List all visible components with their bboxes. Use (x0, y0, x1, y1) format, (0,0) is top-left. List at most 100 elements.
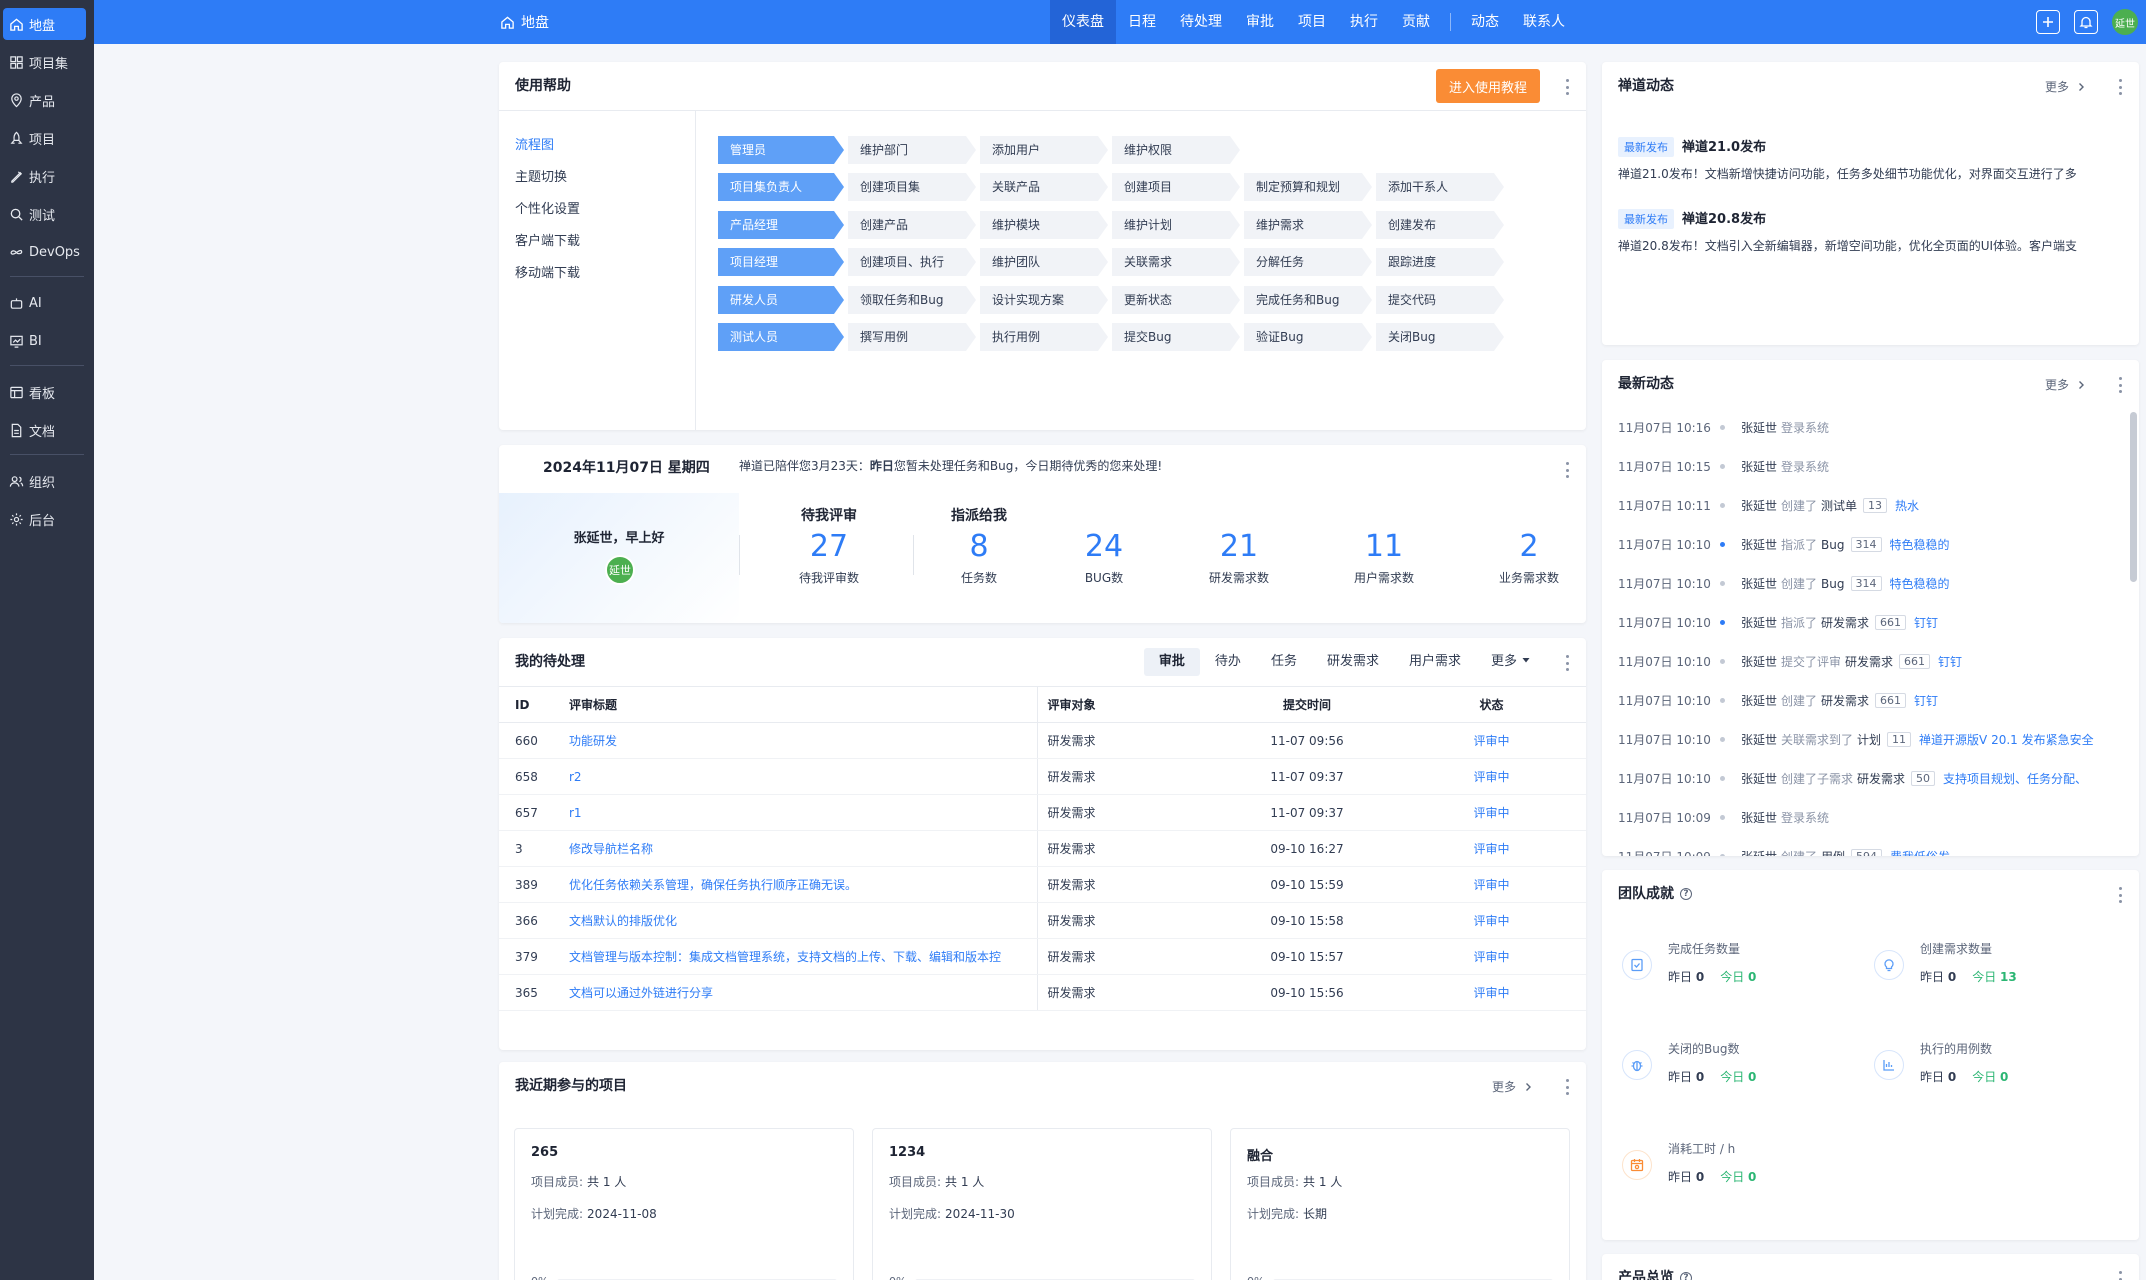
status-link[interactable]: 评审中 (1473, 770, 1509, 784)
help-icon[interactable]: ? (1680, 1272, 1692, 1280)
help-icon[interactable]: ? (1680, 888, 1692, 900)
activity-object-link[interactable]: 钉钉 (1914, 692, 1938, 709)
title-link[interactable]: 文档管理与版本控制：集成文档管理系统，支持文档的上传、下载、编辑和版本控 (569, 950, 1001, 964)
tab-dashboard[interactable]: 仪表盘 (1050, 0, 1116, 44)
flow-step[interactable]: 关闭Bug (1376, 323, 1504, 351)
title-link[interactable]: 文档可以通过外链进行分享 (569, 986, 713, 1000)
sidebar-item-company[interactable]: 组织 (3, 465, 86, 497)
activity-object-link[interactable]: 支持项目规划、任务分配、 (1943, 770, 2087, 787)
activity-item[interactable]: 11月07日 10:10 张延世 创建了 研发需求 661 钉钉 (1602, 681, 2122, 720)
flow-step[interactable]: 验证Bug (1244, 323, 1372, 351)
title-link[interactable]: 功能研发 (569, 734, 617, 748)
status-link[interactable]: 评审中 (1473, 914, 1509, 928)
flow-step[interactable]: 完成任务和Bug (1244, 286, 1372, 314)
activity-object-link[interactable]: 热水 (1895, 497, 1919, 514)
flow-step[interactable]: 创建发布 (1376, 211, 1504, 239)
activity-item[interactable]: 11月07日 10:11 张延世 创建了 测试单 13 热水 (1602, 486, 2122, 525)
sidebar-item-project[interactable]: 项目 (3, 122, 86, 154)
table-row[interactable]: 3 修改导航栏名称 研发需求 09-10 16:27 评审中 (499, 830, 1586, 867)
flow-role[interactable]: 产品经理 (718, 211, 844, 239)
more-options-icon[interactable] (2115, 1271, 2125, 1280)
stat-tasks[interactable]: 指派给我 8 任务数 (929, 505, 1029, 586)
more-link[interactable]: 更多 (2045, 78, 2087, 95)
column-header[interactable]: ID (499, 686, 569, 723)
flow-step[interactable]: 维护团队 (980, 248, 1108, 276)
flow-role[interactable]: 管理员 (718, 136, 844, 164)
sidebar-item-admin[interactable]: 后台 (3, 503, 86, 535)
flow-step[interactable]: 创建项目 (1112, 173, 1240, 201)
activity-item[interactable]: 11月07日 10:10 张延世 创建了子需求 研发需求 50 支持项目规划、任务分配、 (1602, 759, 2122, 798)
table-row[interactable]: 365 文档可以通过外链进行分享 研发需求 09-10 15:56 评审中 (499, 974, 1586, 1011)
sidebar-item-doc[interactable]: 文档 (3, 414, 86, 446)
tab-task[interactable]: 任务 (1256, 648, 1312, 676)
title-link[interactable]: 文档默认的排版优化 (569, 914, 677, 928)
tab-dynamic[interactable]: 动态 (1459, 0, 1511, 44)
sidebar-item-program[interactable]: 项目集 (3, 46, 86, 78)
table-row[interactable]: 379 文档管理与版本控制：集成文档管理系统，支持文档的上传、下载、编辑和版本控 研… (499, 938, 1586, 975)
more-link[interactable]: 更多 (2045, 376, 2087, 393)
activity-item[interactable]: 11月07日 10:16 张延世 登录系统 (1602, 408, 2122, 447)
flow-step[interactable]: 维护模块 (980, 211, 1108, 239)
activity-item[interactable]: 11月07日 10:15 张延世 登录系统 (1602, 447, 2122, 486)
activity-item[interactable]: 11月07日 10:09 张延世创建了用例 594 费我低俗发 (1602, 837, 2122, 856)
activity-object-link[interactable]: 费我低俗发 (1890, 848, 1950, 856)
tab-project[interactable]: 项目 (1286, 0, 1338, 44)
title-link[interactable]: 修改导航栏名称 (569, 842, 653, 856)
flow-role[interactable]: 研发人员 (718, 286, 844, 314)
help-link-theme[interactable]: 主题切换 (515, 162, 580, 194)
tab-execution[interactable]: 执行 (1338, 0, 1390, 44)
activity-object-link[interactable]: 钉钉 (1914, 614, 1938, 631)
tab-contribute[interactable]: 贡献 (1390, 0, 1442, 44)
activity-object-link[interactable]: 禅道开源版V 20.1 发布紧急安全 (1919, 731, 2094, 748)
project-card[interactable]: 1234 项目成员:共 1 人 计划完成:2024-11-30 0% (872, 1128, 1212, 1280)
title-link[interactable]: r1 (569, 806, 582, 820)
news-item[interactable]: 最新发布 禅道20.8发布 禅道20.8发布！文档引入全新编辑器，新增空间功能，优… (1618, 208, 2118, 254)
activity-object-link[interactable]: 钉钉 (1938, 653, 1962, 670)
table-row[interactable]: 366 文档默认的排版优化 研发需求 09-10 15:58 评审中 (499, 902, 1586, 939)
more-options-icon[interactable] (1562, 655, 1572, 671)
status-link[interactable]: 评审中 (1473, 734, 1509, 748)
flow-step[interactable]: 添加用户 (980, 136, 1108, 164)
title-link[interactable]: r2 (569, 770, 582, 784)
column-header[interactable]: 状态 (1397, 686, 1586, 723)
tab-review[interactable]: 审批 (1234, 0, 1286, 44)
activity-item[interactable]: 11月07日 10:10 张延世 关联需求到了 计划 11 禅道开源版V 20.1 发布紧… (1602, 720, 2122, 759)
flow-role[interactable]: 项目集负责人 (718, 173, 844, 201)
help-link-client-download[interactable]: 客户端下载 (515, 226, 580, 258)
status-link[interactable]: 评审中 (1473, 806, 1509, 820)
flow-role[interactable]: 测试人员 (718, 323, 844, 351)
flow-step[interactable]: 创建项目、执行 (848, 248, 976, 276)
tab-todo[interactable]: 待处理 (1168, 0, 1234, 44)
tutorial-button[interactable]: 进入使用教程 (1436, 69, 1540, 103)
more-link[interactable]: 更多 (1492, 1078, 1534, 1095)
activity-item[interactable]: 11月07日 10:10 张延世 指派了 研发需求 661 钉钉 (1602, 603, 2122, 642)
scrollbar[interactable] (2130, 412, 2137, 582)
project-card[interactable]: 融合 项目成员:共 1 人 计划完成:长期 0% (1230, 1128, 1570, 1280)
stat-bugs[interactable]: 24 BUG数 (1054, 505, 1154, 586)
flow-step[interactable]: 维护权限 (1112, 136, 1240, 164)
activity-item[interactable]: 11月07日 10:10 张延世 提交了评审 研发需求 661 钉钉 (1602, 642, 2122, 681)
stat-requirements[interactable]: 11 用户需求数 (1324, 505, 1444, 586)
sidebar-item-execution[interactable]: 执行 (3, 160, 86, 192)
more-options-icon[interactable] (2115, 79, 2125, 95)
status-link[interactable]: 评审中 (1473, 878, 1509, 892)
tab-story[interactable]: 研发需求 (1312, 648, 1394, 676)
activity-item[interactable]: 11月07日 10:10 张延世 创建了 Bug 314 特色稳稳的 (1602, 564, 2122, 603)
tab-review[interactable]: 审批 (1143, 648, 1200, 676)
tab-contacts[interactable]: 联系人 (1511, 0, 1577, 44)
sidebar-item-ai[interactable]: AI (3, 287, 86, 319)
help-link-preferences[interactable]: 个性化设置 (515, 194, 580, 226)
flow-step[interactable]: 设计实现方案 (980, 286, 1108, 314)
activity-item[interactable]: 11月07日 10:10 张延世 指派了 Bug 314 特色稳稳的 (1602, 525, 2122, 564)
activity-object-link[interactable]: 特色稳稳的 (1890, 575, 1950, 592)
more-options-icon[interactable] (1562, 79, 1572, 95)
column-header[interactable]: 评审对象 (1036, 686, 1217, 723)
tab-more[interactable]: 更多 (1476, 648, 1546, 676)
table-row[interactable]: 389 优化任务依赖关系管理，确保任务执行顺序正确无误。 研发需求 09-10 15:… (499, 866, 1586, 903)
flow-step[interactable]: 关联需求 (1112, 248, 1240, 276)
activity-item[interactable]: 11月07日 10:09 张延世 登录系统 (1602, 798, 2122, 837)
stat-epics[interactable]: 2 业务需求数 (1469, 505, 1586, 586)
flow-step[interactable]: 关联产品 (980, 173, 1108, 201)
table-row[interactable]: 658 r2 研发需求 11-07 09:37 评审中 (499, 758, 1586, 795)
column-header[interactable]: 提交时间 (1217, 686, 1397, 723)
